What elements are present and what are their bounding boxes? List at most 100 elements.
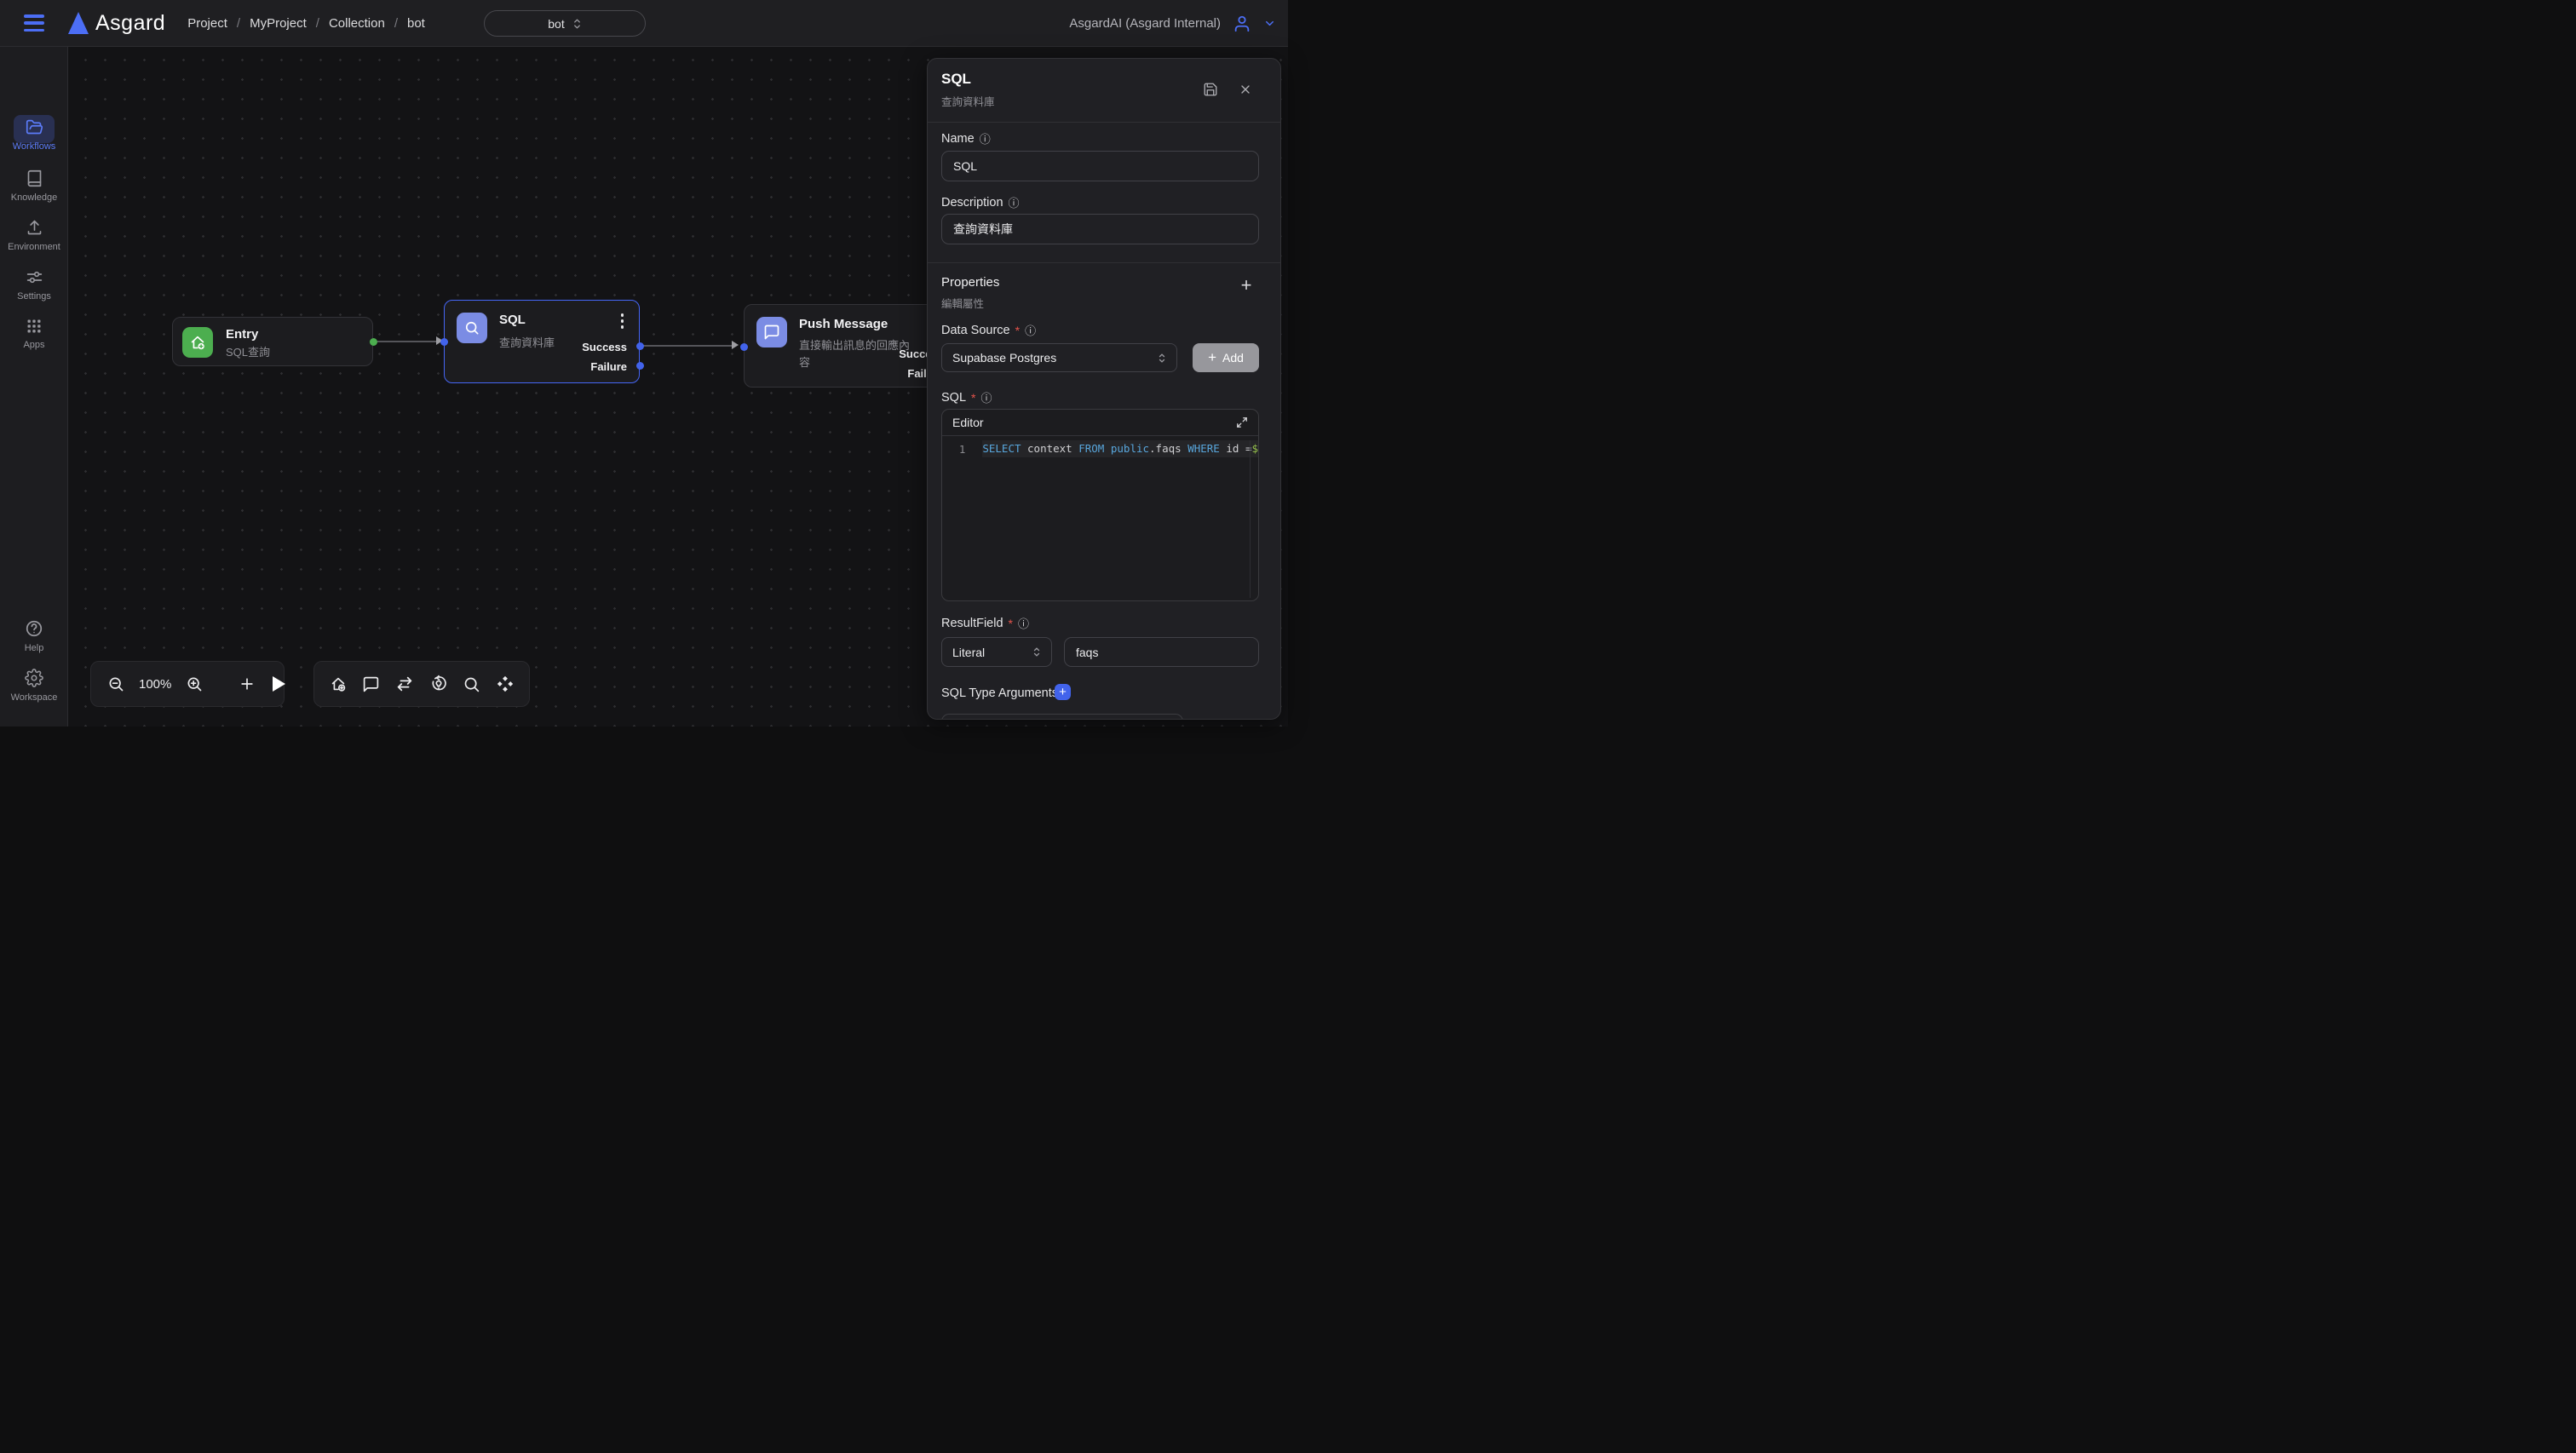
close-icon <box>1239 83 1252 96</box>
panel-divider <box>928 122 1281 123</box>
add-button-label: Add <box>1222 351 1244 365</box>
zoom-out-icon <box>107 675 124 692</box>
description-input-value: 查詢資料庫 <box>953 221 1013 238</box>
breadcrumb-myproject[interactable]: MyProject <box>250 16 307 31</box>
sql-type-argument-row[interactable] <box>941 714 1183 720</box>
result-field-type-select[interactable]: Literal <box>941 637 1052 667</box>
add-message-node-button[interactable] <box>359 673 382 696</box>
breadcrumb-collection[interactable]: Collection <box>329 16 385 31</box>
play-icon <box>273 676 285 692</box>
help-circle-icon <box>0 619 68 638</box>
sql-node-icon <box>457 313 487 343</box>
properties-title: Properties <box>941 275 999 290</box>
data-source-select[interactable]: Supabase Postgres <box>941 343 1177 372</box>
panel-title: SQL <box>941 71 971 88</box>
loop-lightbulb-icon <box>429 675 448 693</box>
breadcrumb-project[interactable]: Project <box>187 16 227 31</box>
entry-node-icon <box>182 327 213 358</box>
sidebar-item-apps[interactable]: Apps <box>0 318 68 350</box>
node-palette-toolbar <box>313 661 530 707</box>
zoom-level-label: 100% <box>139 677 171 692</box>
node-title: Push Message <box>799 317 888 331</box>
sql-code-area[interactable]: 1 SELECT context FROM public.faqs WHERE … <box>942 436 1258 601</box>
add-loop-node-button[interactable] <box>427 672 451 696</box>
account-menu[interactable]: AsgardAI (Asgard Internal) <box>1069 0 1276 47</box>
sidebar-item-label: Help <box>0 643 68 653</box>
sidebar-item-label: Settings <box>0 291 68 302</box>
dispatch-node-button[interactable] <box>493 672 517 696</box>
save-button[interactable] <box>1203 82 1218 97</box>
info-icon[interactable]: ⓘ <box>1009 198 1020 209</box>
breadcrumb-separator: / <box>316 16 319 31</box>
hamburger-menu-button[interactable] <box>24 14 44 32</box>
zoom-in-button[interactable] <box>183 673 205 695</box>
sidebar-item-workflows[interactable]: Workflows <box>0 118 68 152</box>
add-sql-type-argument-button[interactable]: + <box>1055 684 1071 700</box>
node-config-panel: SQL 查詢資料庫 Nameⓘ SQL Descriptionⓘ 查詢資料庫 P… <box>927 58 1281 720</box>
chevron-up-down-icon <box>572 17 582 31</box>
sql-editor: Editor 1 SELECT context FROM public.faqs… <box>941 409 1259 601</box>
entry-output-port[interactable] <box>370 338 377 346</box>
run-workflow-button[interactable] <box>270 674 288 694</box>
zoom-out-button[interactable] <box>105 673 127 695</box>
folder-open-icon <box>0 118 68 136</box>
breadcrumb-bot[interactable]: bot <box>407 16 425 31</box>
message-square-icon <box>763 324 780 341</box>
result-field-input[interactable]: faqs <box>1064 637 1259 667</box>
sidebar-item-knowledge[interactable]: Knowledge <box>0 169 68 203</box>
add-swap-node-button[interactable] <box>393 672 417 696</box>
info-icon[interactable]: ⓘ <box>1025 325 1036 336</box>
node-title: SQL <box>499 313 526 327</box>
add-data-source-button[interactable]: + Add <box>1193 343 1259 372</box>
sidebar-item-environment[interactable]: Environment <box>0 219 68 252</box>
sql-success-port[interactable] <box>636 342 644 350</box>
close-panel-button[interactable] <box>1239 83 1252 96</box>
description-input[interactable]: 查詢資料庫 <box>941 214 1259 244</box>
node-entry[interactable]: Entry SQL查詢 <box>172 317 373 366</box>
sql-failure-port[interactable] <box>636 362 644 370</box>
node-subtitle: 查詢資料庫 <box>499 335 555 352</box>
sql-type-arguments-label: SQL Type Arguments <box>941 686 1058 700</box>
required-asterisk: * <box>971 391 975 405</box>
add-property-button[interactable]: + <box>1234 273 1258 297</box>
sql-input-port[interactable] <box>440 338 448 346</box>
info-icon[interactable]: ⓘ <box>1018 618 1029 629</box>
sidebar-item-settings[interactable]: Settings <box>0 268 68 302</box>
sql-field-label: SQL*ⓘ <box>941 391 992 405</box>
node-sql[interactable]: SQL 查詢資料庫 Success Failure <box>444 300 640 383</box>
sidebar-item-label: Workflows <box>0 141 68 152</box>
search-icon <box>463 675 480 693</box>
info-icon[interactable]: ⓘ <box>980 134 991 145</box>
name-input[interactable]: SQL <box>941 151 1259 181</box>
workflow-select[interactable]: bot <box>484 10 646 37</box>
sidebar-item-help[interactable]: Help <box>0 619 68 653</box>
account-label: AsgardAI (Asgard Internal) <box>1069 16 1221 31</box>
add-entry-node-button[interactable] <box>326 672 350 696</box>
plus-icon <box>239 675 256 692</box>
result-field-value: faqs <box>1076 646 1098 659</box>
node-subtitle: SQL查詢 <box>226 344 270 361</box>
sidebar-item-workspace[interactable]: Workspace <box>0 669 68 703</box>
sql-editor-header: Editor <box>942 410 1258 436</box>
book-icon <box>0 169 68 187</box>
chevron-down-icon <box>1263 17 1276 30</box>
save-icon <box>1203 82 1218 97</box>
home-plus-icon <box>188 333 207 352</box>
message-square-icon <box>362 675 380 693</box>
editor-guide-line <box>1250 440 1251 598</box>
dispatch-diamond-icon <box>496 675 515 693</box>
line-number: 1 <box>942 443 982 456</box>
node-title: Entry <box>226 327 258 342</box>
add-node-button[interactable] <box>236 673 258 695</box>
search-nodes-button[interactable] <box>460 673 483 696</box>
node-push-message[interactable]: Push Message 直接輸出訊息的回應內容 Success Failure <box>744 304 957 388</box>
expand-editor-button[interactable] <box>1236 416 1248 428</box>
push-input-port[interactable] <box>740 343 748 351</box>
info-icon[interactable]: ⓘ <box>980 393 992 404</box>
name-input-value: SQL <box>953 159 977 173</box>
edge-sql-to-push[interactable] <box>643 345 733 347</box>
node-menu-button[interactable] <box>619 312 626 330</box>
edge-entry-to-sql[interactable] <box>377 341 439 342</box>
output-label-success: Success <box>582 341 627 353</box>
breadcrumb-separator: / <box>394 16 398 31</box>
